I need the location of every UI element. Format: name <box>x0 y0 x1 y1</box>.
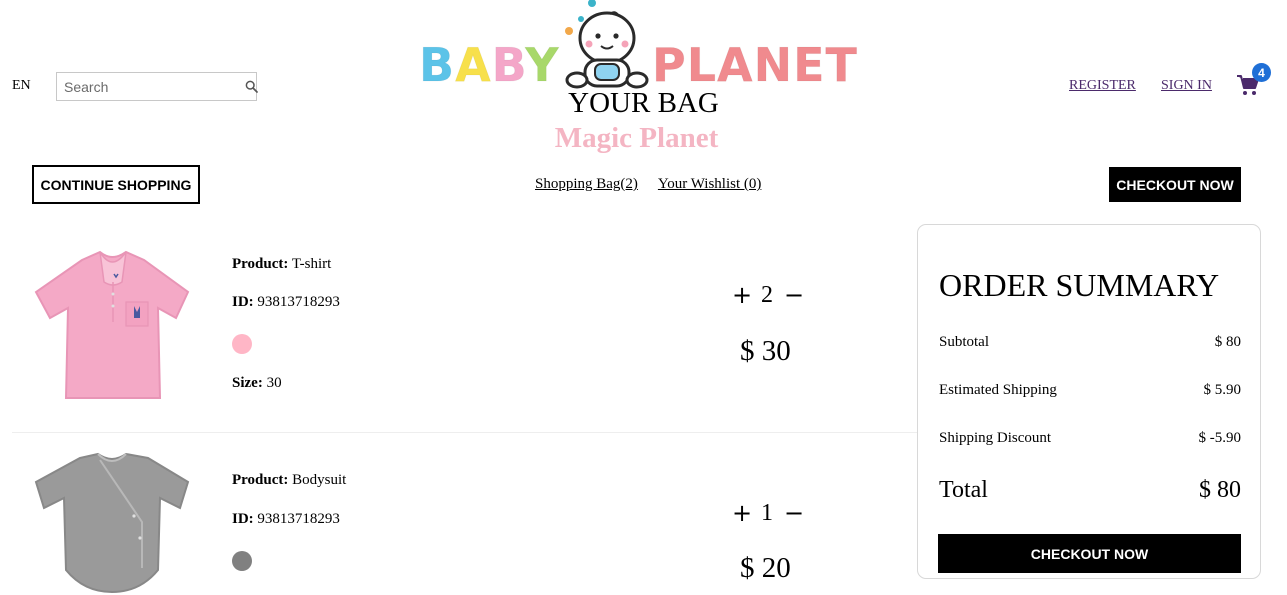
product-color-swatch <box>232 334 252 354</box>
product-id-row: ID: 93813718293 <box>232 294 340 310</box>
quantity-value: 1 <box>761 499 773 526</box>
discount-value: $ -5.90 <box>1198 430 1242 446</box>
shipping-value: $ 5.90 <box>1203 382 1242 398</box>
minus-icon[interactable]: − <box>784 499 804 527</box>
continue-shopping-button[interactable]: CONTINUE SHOPPING <box>32 165 200 204</box>
cart-item: Product: Bodysuit ID: 93813718293 + 1 − … <box>12 434 917 595</box>
product-name-row: Product: Bodysuit <box>232 472 347 488</box>
total-value: $ 80 <box>1199 477 1241 503</box>
quantity-value: 2 <box>761 281 773 308</box>
tab-shopping-bag[interactable]: Shopping Bag(2) <box>535 176 638 193</box>
product-id: 93813718293 <box>257 294 340 310</box>
subtotal-value: $ 80 <box>1214 334 1241 350</box>
logo-word-planet: PLANET <box>652 38 858 93</box>
plus-icon[interactable]: + <box>732 499 752 527</box>
register-link[interactable]: REGISTER <box>1069 78 1136 94</box>
shipping-row: Estimated Shipping $ 5.90 <box>939 382 1242 398</box>
order-summary-panel: ORDER SUMMARY Subtotal $ 80 Estimated Sh… <box>917 224 1261 579</box>
sign-in-link[interactable]: SIGN IN <box>1161 78 1212 94</box>
checkout-now-top-button[interactable]: CHECKOUT NOW <box>1109 167 1241 202</box>
checkout-now-button[interactable]: CHECKOUT NOW <box>938 534 1241 573</box>
page-subtitle: Magic Planet <box>554 122 719 154</box>
bag-tabs: Shopping Bag(2) Your Wishlist (0) <box>535 176 761 193</box>
quantity-stepper: + 2 − <box>732 281 804 309</box>
product-name: Bodysuit <box>292 472 347 488</box>
product-color-swatch <box>232 551 252 571</box>
product-id-row: ID: 93813718293 <box>232 511 340 527</box>
product-image-tshirt <box>34 250 190 399</box>
product-name-row: Product: T-shirt <box>232 256 332 272</box>
product-size-row: Size: 30 <box>232 375 282 391</box>
cart-count-badge: 4 <box>1252 63 1271 82</box>
product-size: 30 <box>266 375 282 391</box>
total-row: Total $ 80 <box>939 477 1241 503</box>
product-name: T-shirt <box>291 256 332 272</box>
order-summary-title: ORDER SUMMARY <box>939 267 1220 303</box>
minus-icon[interactable]: − <box>784 281 804 309</box>
plus-icon[interactable]: + <box>732 281 752 309</box>
site-logo[interactable]: BABY PLANET <box>417 0 859 93</box>
product-id: 93813718293 <box>257 511 340 527</box>
product-image-bodysuit <box>34 452 190 594</box>
quantity-stepper: + 1 − <box>732 499 804 527</box>
product-price: $ 20 <box>740 552 791 584</box>
product-price: $ 30 <box>740 335 791 367</box>
tab-wishlist[interactable]: Your Wishlist (0) <box>658 176 761 193</box>
logo-word-baby: BABY <box>418 38 560 93</box>
cart-item: Product: T-shirt ID: 93813718293 Size: 3… <box>12 228 917 433</box>
subtotal-row: Subtotal $ 80 <box>939 334 1241 350</box>
discount-row: Shipping Discount $ -5.90 <box>939 430 1242 446</box>
